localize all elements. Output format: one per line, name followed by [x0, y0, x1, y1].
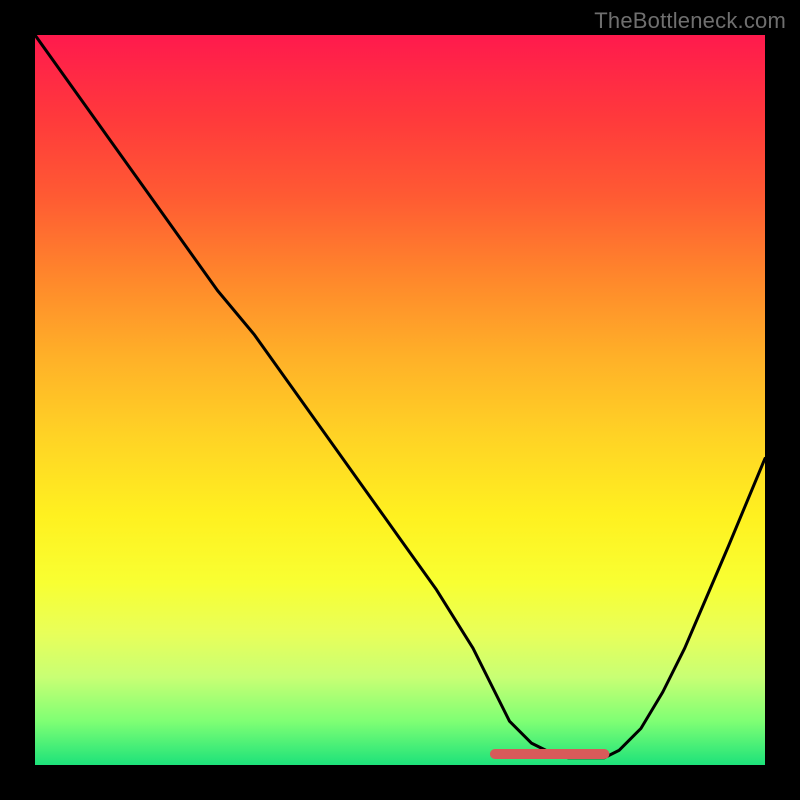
plot-area [35, 35, 765, 765]
watermark-text: TheBottleneck.com [594, 8, 786, 34]
bottleneck-curve [35, 35, 765, 758]
chart-frame: TheBottleneck.com [0, 0, 800, 800]
chart-svg [35, 35, 765, 765]
red-end-dot [600, 750, 609, 759]
